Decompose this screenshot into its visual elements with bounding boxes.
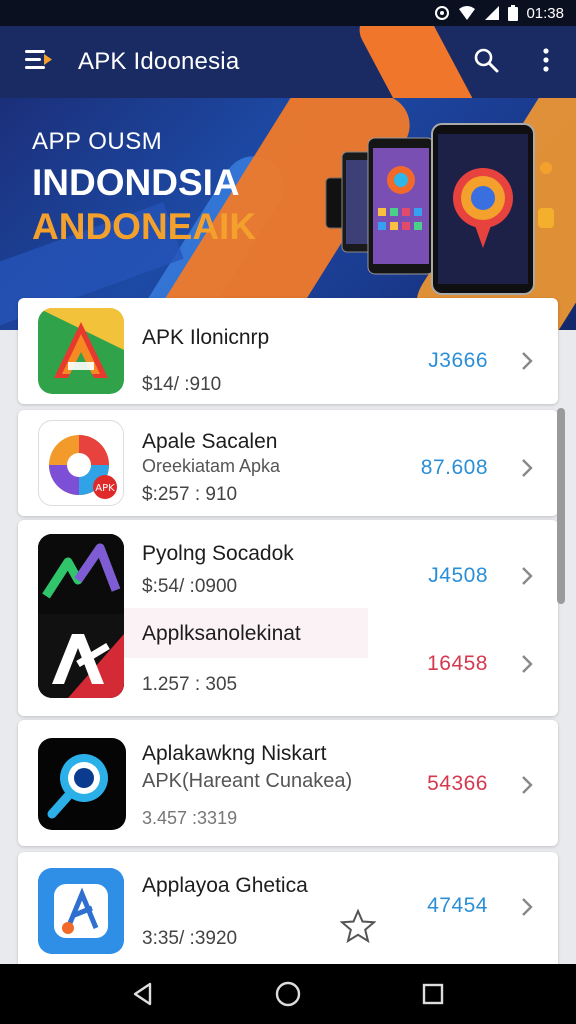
app-count: 16458 xyxy=(427,652,488,675)
app-icon-arrow xyxy=(38,534,124,698)
banner-line-1: APP OUSM xyxy=(32,128,163,155)
app-name: Apale Sacalen xyxy=(142,430,278,453)
app-price: $:54/ :0900 xyxy=(142,576,238,597)
app-icon-search xyxy=(38,738,126,830)
app-name: Applksanolekinat xyxy=(142,622,301,645)
app-price: $:257 : 910 xyxy=(142,484,238,505)
list-item[interactable]: Applayoa Ghetica 3:35/ :3920 47454 xyxy=(18,852,558,964)
wifi-icon xyxy=(458,5,476,21)
app-subtitle: Oreekiatam Apka xyxy=(142,456,281,476)
banner-text: APP OUSM INDONDSIA ANDONEAIK xyxy=(32,128,256,248)
chevron-right-icon xyxy=(522,776,533,794)
app-price: 3.457 :3319 xyxy=(142,808,238,828)
chevron-right-icon xyxy=(522,655,533,673)
app-title: APK Idoonesia xyxy=(78,48,240,75)
svg-text:APK: APK xyxy=(95,483,115,494)
app-bar: APK Idoonesia xyxy=(0,26,576,98)
app-list: APK Ilonicnrp $14/ :910 J3666 APK Apale … xyxy=(0,290,576,964)
recents-button[interactable] xyxy=(403,964,463,1024)
app-subtitle: APK(Hareant Cunakea) xyxy=(142,770,353,792)
star-icon[interactable] xyxy=(340,908,376,944)
app-count: J4508 xyxy=(428,564,488,587)
signal-icon xyxy=(484,5,500,21)
back-button[interactable] xyxy=(113,964,173,1024)
home-button[interactable] xyxy=(258,964,318,1024)
recents-icon xyxy=(423,983,444,1005)
app-name: APK Ilonicnrp xyxy=(142,326,270,349)
app-count: 87.608 xyxy=(420,456,488,479)
list-item[interactable]: Pyolng Socadok $:54/ :0900 J4508 Applksa… xyxy=(18,520,558,716)
more-vert-icon xyxy=(542,47,550,78)
system-nav-bar xyxy=(0,964,576,1024)
banner-line-3: ANDONEAIK xyxy=(32,206,257,247)
app-name: Aplakawkng Niskart xyxy=(142,742,327,765)
menu-button[interactable] xyxy=(0,26,78,98)
app-count: J3666 xyxy=(428,349,488,372)
app-name: Pyolng Socadok xyxy=(142,542,294,565)
chevron-right-icon xyxy=(522,352,533,370)
app-price: 1.257 : 305 xyxy=(142,674,238,695)
app-icon-swirl: APK xyxy=(38,420,124,506)
banner-line-2: INDONDSIA xyxy=(32,162,240,203)
home-icon xyxy=(275,981,301,1007)
list-item[interactable]: APK Ilonicnrp $14/ :910 J3666 xyxy=(18,298,558,404)
list-item[interactable]: APK Apale Sacalen Oreekiatam Apka $:257 … xyxy=(18,410,558,516)
scrollbar[interactable] xyxy=(557,408,565,604)
more-options-button[interactable] xyxy=(516,26,576,98)
app-count: 54366 xyxy=(427,772,488,795)
chevron-right-icon xyxy=(522,567,533,585)
menu-icon xyxy=(24,47,54,78)
app-price: $14/ :910 xyxy=(142,374,222,395)
app-name: Applayoa Ghetica xyxy=(142,874,308,897)
app-icon-apk xyxy=(38,308,124,394)
status-bar: 01:38 xyxy=(0,0,576,26)
app-icon-blue xyxy=(38,868,124,954)
vpn-icon xyxy=(434,5,450,21)
phones-illustration xyxy=(325,123,554,295)
status-time: 01:38 xyxy=(526,4,564,22)
chevron-right-icon xyxy=(522,459,533,477)
search-button[interactable] xyxy=(456,26,516,98)
app-count: 47454 xyxy=(427,894,488,917)
battery-icon xyxy=(508,5,519,21)
app-price: 3:35/ :3920 xyxy=(142,928,238,949)
list-item[interactable]: Aplakawkng Niskart APK(Hareant Cunakea) … xyxy=(18,720,558,846)
search-icon xyxy=(473,47,499,78)
chevron-right-icon xyxy=(522,898,533,916)
back-icon xyxy=(133,982,151,1006)
